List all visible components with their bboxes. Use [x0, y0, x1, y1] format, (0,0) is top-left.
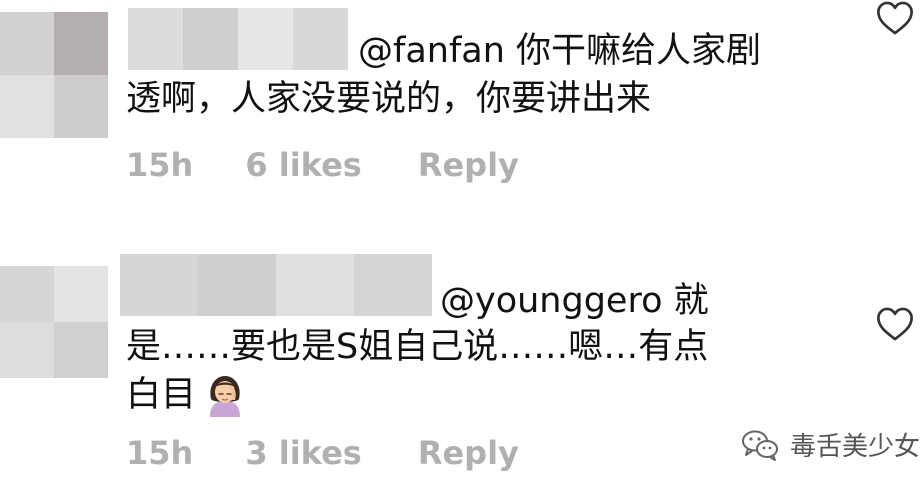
comment-text: 白目: [126, 375, 197, 415]
avatar-blurred[interactable]: [0, 266, 108, 378]
avatar-block: [54, 322, 108, 378]
comment-text: 你干嘛给人家剧: [504, 31, 762, 71]
blur-block: [128, 8, 183, 70]
reply-button[interactable]: Reply: [418, 434, 519, 472]
likes-count[interactable]: 3 likes: [245, 434, 362, 472]
avatar-block: [54, 266, 108, 322]
mention-link[interactable]: @younggero: [440, 281, 663, 321]
comment-text-line: @younggero 就: [440, 276, 709, 326]
avatar-blurred[interactable]: [0, 12, 108, 138]
likes-count[interactable]: 6 likes: [245, 146, 362, 184]
comment-meta: 15h 6 likes Reply: [126, 146, 519, 184]
avatar-block: [54, 12, 108, 75]
heart-outline-icon[interactable]: [876, 0, 914, 36]
username-blurred[interactable]: [128, 8, 348, 70]
avatar-block: [0, 75, 54, 138]
blur-block: [198, 254, 276, 316]
comment-text-line: @fanfan 你干嘛给人家剧: [358, 26, 761, 76]
comment-text-line: 白目: [126, 370, 248, 420]
timestamp: 15h: [126, 146, 194, 184]
blur-block: [238, 8, 293, 70]
comment-text-line: 是……要也是S姐自己说……嗯…有点: [126, 327, 709, 367]
blur-block: [183, 8, 238, 70]
blur-block: [354, 254, 432, 316]
reply-button[interactable]: Reply: [418, 146, 519, 184]
face-palm-woman-emoji: [210, 376, 241, 417]
avatar-block: [54, 75, 108, 138]
wechat-icon: [742, 430, 778, 461]
watermark-text: 毒舌美少女: [790, 432, 921, 462]
comment-meta: 15h 3 likes Reply: [126, 434, 519, 472]
username-blurred[interactable]: [120, 254, 432, 316]
heart-outline-icon[interactable]: [876, 306, 914, 342]
blur-block: [276, 254, 354, 316]
blur-block: [293, 8, 348, 70]
comment-item: @fanfan 你干嘛给人家剧 透啊，人家没要说的，你要讲出来 15h 6 li…: [0, 0, 924, 230]
comment-text-line: 透啊，人家没要说的，你要讲出来: [126, 79, 652, 119]
avatar-block: [0, 12, 54, 75]
avatar-block: [0, 266, 54, 322]
mention-link[interactable]: @fanfan: [358, 31, 505, 71]
blur-block: [120, 254, 198, 316]
comment-text: 就: [662, 281, 709, 321]
timestamp: 15h: [126, 434, 194, 472]
watermark: 毒舌美少女: [740, 426, 920, 463]
avatar-block: [0, 322, 54, 378]
